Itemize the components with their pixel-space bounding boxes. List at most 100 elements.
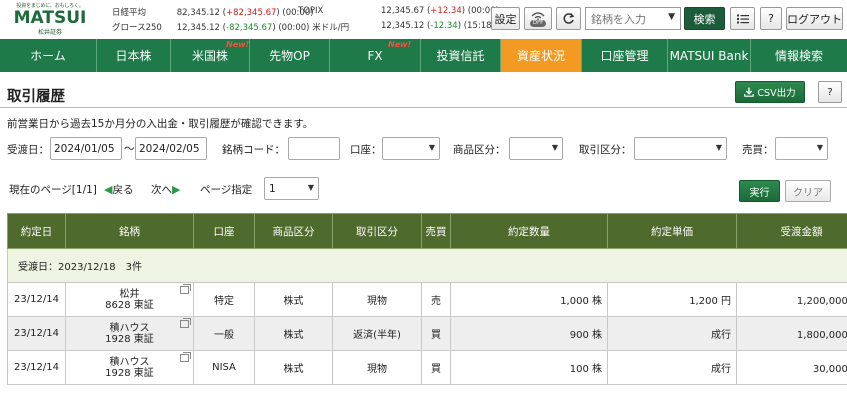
col-header-side[interactable]: 売買 <box>421 213 451 249</box>
trade-select[interactable]: ▼ <box>634 137 727 160</box>
product-label: 商品区分： <box>453 144 506 156</box>
nav-label: 情報検索 <box>774 49 823 63</box>
cell-account: 特定 <box>193 282 255 317</box>
col-header-account[interactable]: 口座 <box>193 213 255 249</box>
market-growth250: グロース250 12,345.12 (-82,345.67) (00:00) 米… <box>112 23 350 33</box>
cell-trade-type: 返済(半年) <box>332 316 422 351</box>
date-tilde: 〜 <box>124 143 135 155</box>
prev-link[interactable]: ◀戻る <box>104 182 133 197</box>
chevron-down-icon: ▼ <box>816 143 823 152</box>
logout-button[interactable]: ログアウト <box>786 7 843 30</box>
cell-account: 一般 <box>193 316 255 351</box>
col-header-stock[interactable]: 銘柄 <box>65 213 194 249</box>
new-badge: New! <box>226 40 250 49</box>
nav-label: 資産状況 <box>516 49 565 63</box>
stock-search-select[interactable]: 銘柄を入力 ▼ <box>585 7 681 30</box>
triangle-right-icon: ▶ <box>172 183 181 196</box>
stock-code: 1928 東証 <box>105 367 154 379</box>
nav-info-search[interactable]: 情報検索 <box>751 39 847 72</box>
filter-row: 受渡日： 2024/01/05 〜 2024/02/05 銘柄コード： 口座： … <box>0 137 847 161</box>
pager-row: 現在のページ[1/1] ◀戻る 次へ▶ ページ指定 1 ▼ 実行 クリア <box>0 177 847 202</box>
col-header-product[interactable]: 商品区分 <box>254 213 333 249</box>
nav-account-management[interactable]: 口座管理 <box>582 39 668 72</box>
page-select-label: ページ指定 <box>200 184 253 196</box>
nav-investment-trust[interactable]: 投資信託 <box>421 39 501 72</box>
csv-export-button[interactable]: CSV出力 <box>735 81 805 103</box>
date-from-input[interactable]: 2024/01/05 <box>50 137 122 160</box>
chevron-down-icon: ▼ <box>307 183 314 192</box>
product-select[interactable]: ▼ <box>509 137 563 160</box>
nav-fx[interactable]: FX New! <box>330 39 421 72</box>
notification-toggle[interactable]: OFF <box>524 7 552 30</box>
new-window-icon[interactable] <box>180 318 191 328</box>
clear-button[interactable]: クリア <box>785 180 831 202</box>
header-help-button[interactable]: ? <box>760 7 782 30</box>
nav-matsui-bank[interactable]: MATSUI Bank <box>668 39 751 72</box>
cell-quantity: 900 株 <box>450 316 608 351</box>
cell-stock[interactable]: 松井 8628 東証 <box>65 282 194 317</box>
col-header-quantity[interactable]: 約定数量 <box>450 213 608 249</box>
col-header-price[interactable]: 約定単価 <box>607 213 737 249</box>
cell-price: 成行 <box>607 316 737 351</box>
nav-japan-stock[interactable]: 日本株 <box>97 39 171 72</box>
execute-button[interactable]: 実行 <box>739 180 780 202</box>
cell-product: 株式 <box>254 316 333 351</box>
history-table: 約定日 銘柄 口座 商品区分 取引区分 売買 約定数量 約定単価 受渡金額 受渡… <box>7 213 847 385</box>
page-description: 前営業日から過去15か月分の入出金・取引履歴が確認できます。 <box>7 118 314 130</box>
side-label: 売買： <box>742 144 774 156</box>
cell-product: 株式 <box>254 350 333 385</box>
list-menu-icon <box>736 14 749 23</box>
date-to-input[interactable]: 2024/02/05 <box>135 137 207 160</box>
nav-asset-status[interactable]: 資産状況 <box>501 39 582 72</box>
cell-stock[interactable]: 積ハウス 1928 東証 <box>65 350 194 385</box>
cell-date: 23/12/14 <box>7 350 66 385</box>
download-icon <box>744 87 755 97</box>
nav-label: MATSUI Bank <box>669 48 749 63</box>
date-label: 受渡日： <box>7 144 49 156</box>
nav-home[interactable]: ホーム <box>0 39 97 72</box>
stock-name: 積ハウス <box>109 322 150 334</box>
market-topix-label: TOPIX <box>298 6 324 16</box>
cell-trade-type: 現物 <box>332 282 422 317</box>
nav-label: 日本株 <box>115 49 152 63</box>
nav-label: 投資信託 <box>436 49 485 63</box>
signal-icon <box>531 11 545 20</box>
prev-label: 戻る <box>112 184 134 196</box>
table-row: 23/12/14 松井 8628 東証 特定 株式 現物 売 1,000 株 1… <box>7 282 847 317</box>
nav-label: ホーム <box>30 49 66 63</box>
col-header-trade-date[interactable]: 約定日 <box>7 213 66 249</box>
nav-futures-op[interactable]: 先物OP <box>250 39 330 72</box>
page-help-button[interactable]: ? <box>818 81 842 103</box>
stock-name: 松井 <box>119 288 140 300</box>
new-window-icon[interactable] <box>180 284 191 294</box>
nav-label: FX <box>367 48 383 63</box>
stock-code-input[interactable] <box>288 137 340 160</box>
next-link[interactable]: 次へ▶ <box>151 182 180 197</box>
page-select[interactable]: 1 ▼ <box>264 177 319 200</box>
market-topix: 12,345.67 (+12.34) (00:00) <box>381 6 499 16</box>
group-row: 受渡日：2023/12/18 3件 <box>7 248 847 283</box>
col-header-amount[interactable]: 受渡金額 <box>736 213 847 249</box>
settings-button[interactable]: 設定 <box>491 7 520 30</box>
side-select[interactable]: ▼ <box>775 137 828 160</box>
nav-label: 米国株 <box>191 49 228 63</box>
cell-side: 売 <box>421 282 451 317</box>
new-window-icon[interactable] <box>180 352 191 362</box>
cell-quantity: 1,000 株 <box>450 282 608 317</box>
page-title: 取引履歴 <box>7 89 65 105</box>
nav-label: 先物OP <box>269 49 310 63</box>
search-button[interactable]: 検索 <box>684 7 725 30</box>
nav-us-stock[interactable]: 米国株 New! <box>171 39 250 72</box>
refresh-button[interactable] <box>556 7 581 30</box>
logo-brand: MATSUI <box>13 8 87 28</box>
matsui-logo[interactable]: 投資をまじめに、おもしろく。 MATSUI 松井証券 <box>10 2 90 36</box>
title-row: 取引履歴 CSV出力 ? <box>0 78 847 108</box>
page-select-value: 1 <box>269 182 276 195</box>
market-nikkei: 日経平均 82,345.12 (+82,345.67) (00:00) <box>112 8 314 18</box>
account-select[interactable]: ▼ <box>382 137 440 160</box>
cell-stock[interactable]: 積ハウス 1928 東証 <box>65 316 194 351</box>
cell-trade-type: 現物 <box>332 350 422 385</box>
menu-button[interactable] <box>730 7 755 30</box>
col-header-trade-type[interactable]: 取引区分 <box>332 213 422 249</box>
cell-product: 株式 <box>254 282 333 317</box>
